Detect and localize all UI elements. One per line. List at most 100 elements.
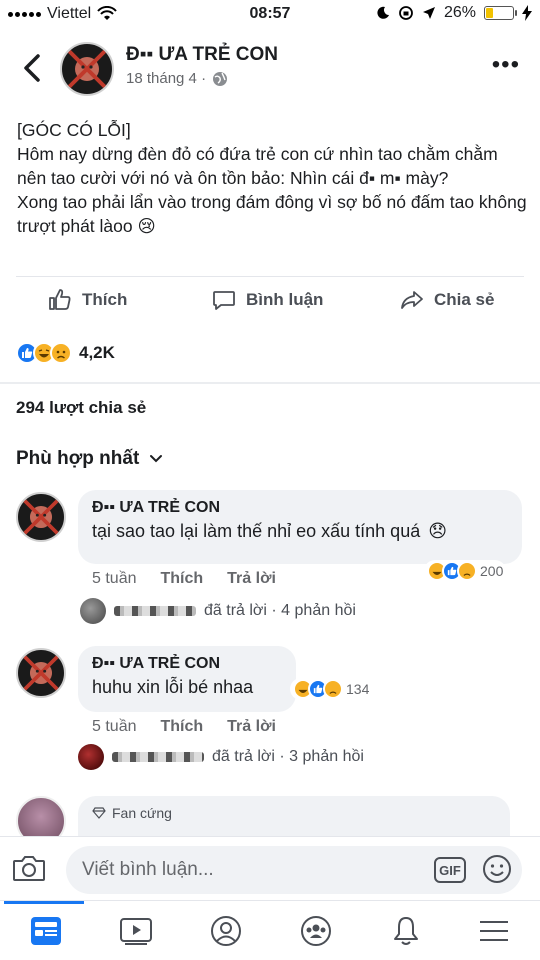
comment-author[interactable]: Đ▪▪ ƯA TRẺ CON [92,655,282,673]
post-line: Hôm nay dừng đèn đỏ có đứa trẻ con cứ nh… [17,144,498,188]
tab-menu[interactable] [474,913,514,949]
tab-profile[interactable] [206,913,246,949]
moon-icon [377,6,389,19]
status-bar: Viettel 08:57 26% [0,0,540,30]
chevron-down-icon [150,455,163,463]
comment-sort-dropdown[interactable]: Phù hợp nhất [16,448,163,470]
comment-avatar[interactable] [16,492,66,542]
news-feed-icon [31,917,61,945]
video-play-icon [120,918,152,945]
tab-groups[interactable] [296,913,336,949]
view-replies[interactable]: đã trả lời · 4 phản hồi [80,598,356,624]
battery-percent: 26% [443,4,476,21]
comment-time[interactable]: 5 tuần [92,570,136,588]
more-options-icon[interactable]: ••• [492,53,520,77]
post-date[interactable]: 18 tháng 4 · [126,70,206,87]
emoji-button[interactable] [482,854,512,889]
battery-icon [484,6,517,20]
angry-baby-avatar-icon [22,498,60,536]
sad-icon [457,561,477,581]
camera-icon [13,856,45,881]
like-label: Thích [82,290,128,309]
reaction-summary[interactable]: 4,2K [16,342,115,364]
comment-reactions[interactable]: 200 [424,560,507,582]
comment-button[interactable]: Bình luận [212,288,323,312]
angry-baby-avatar-icon [22,654,60,692]
share-icon [401,291,423,309]
sad-icon [323,679,343,699]
comment-time[interactable]: 5 tuần [92,718,136,736]
comment-bubble[interactable]: Đ▪▪ ƯA TRẺ CON huhu xin lỗi bé nhaa [78,646,296,712]
comment-body: tại sao tao lại làm thế nhỉ eo xấu tính … [92,521,421,541]
fan-badge: Fan cứng [92,805,496,821]
profile-icon [211,916,241,946]
replies-summary: đã trả lời · 3 phản hồi [212,748,364,765]
replier-avatar [80,598,106,624]
chevron-left-icon [24,54,40,82]
smiley-icon [483,855,511,883]
comment-avatar[interactable] [16,648,66,698]
comment-meta: 5 tuần Thích Trả lời [92,718,276,736]
charging-icon [522,5,532,21]
view-replies[interactable]: đã trả lời · 3 phản hồi [78,744,364,770]
disappointed-emoji: 😞 [428,521,447,541]
angry-baby-avatar-icon [66,48,108,90]
comment-bubble[interactable]: Đ▪▪ ƯA TRẺ CON tại sao tao lại làm thế n… [78,490,522,564]
section-divider [0,382,540,384]
sad-icon [50,342,72,364]
fan-badge-label: Fan cứng [112,805,172,821]
replier-avatar [78,744,104,770]
gif-button[interactable]: GIF [434,857,466,883]
active-tab-indicator [4,901,84,904]
tab-notifications[interactable] [386,913,426,949]
share-button[interactable]: Chia sẻ [400,288,494,312]
comment-author[interactable]: Đ▪▪ ƯA TRẺ CON [92,499,508,517]
redacted-name [112,752,204,762]
rotation-lock-icon [399,6,413,20]
bell-icon [394,917,418,945]
post-line: [GÓC CÓ LỖI] [17,120,131,140]
back-button[interactable] [16,48,48,88]
comment-meta: 5 tuần Thích Trả lời [92,570,276,588]
comment-label: Bình luận [246,290,324,309]
comment-text: huhu xin lỗi bé nhaa [92,677,282,698]
comment-reply-button[interactable]: Trả lời [227,570,276,588]
globe-icon [213,71,228,86]
comment-reply-button[interactable]: Trả lời [227,718,276,736]
like-button[interactable]: Thích [48,288,127,312]
redacted-name [114,606,196,616]
camera-button[interactable] [12,853,46,888]
post-line: Xong tao phải lẩn vào trong đám đông vì … [17,192,527,236]
reaction-count: 4,2K [79,343,115,362]
comment-reaction-count: 200 [480,563,504,579]
share-label: Chia sẻ [434,290,495,309]
tab-news-feed[interactable] [26,913,66,949]
replies-summary: đã trả lời · 4 phản hồi [204,602,356,619]
comment-text: tại sao tao lại làm thế nhỉ eo xấu tính … [92,521,508,542]
thumbs-up-icon [49,289,71,310]
location-icon [422,7,435,19]
diamond-icon [92,807,106,819]
post-header: Đ▪▪ ƯA TRẺ CON 18 tháng 4 · ••• [0,30,540,106]
post-text: [GÓC CÓ LỖI] Hôm nay dừng đèn đỏ có đứa … [17,118,527,238]
comment-body: huhu xin lỗi bé nhaa [92,677,254,697]
comment-composer: GIF [0,836,540,900]
share-count[interactable]: 294 lượt chia sẻ [16,398,146,418]
groups-icon [301,916,331,946]
comment-reactions[interactable]: 134 [290,678,373,700]
post-meta: 18 tháng 4 · [126,70,228,87]
page-name[interactable]: Đ▪▪ ƯA TRẺ CON [126,44,278,66]
bottom-tab-bar [0,900,540,960]
divider [16,276,524,277]
battery-fill [486,8,493,18]
status-right: 26% [376,4,532,22]
comment-icon [213,291,235,310]
comment-like-button[interactable]: Thích [160,570,203,588]
tab-watch[interactable] [116,913,156,949]
comment-like-button[interactable]: Thích [160,718,203,736]
page-avatar[interactable] [60,42,114,96]
hamburger-menu-icon [480,921,508,941]
post-action-bar: Thích Bình luận Chia sẻ [0,282,540,326]
comment-reaction-count: 134 [346,681,370,697]
sort-label: Phù hợp nhất [16,448,140,469]
